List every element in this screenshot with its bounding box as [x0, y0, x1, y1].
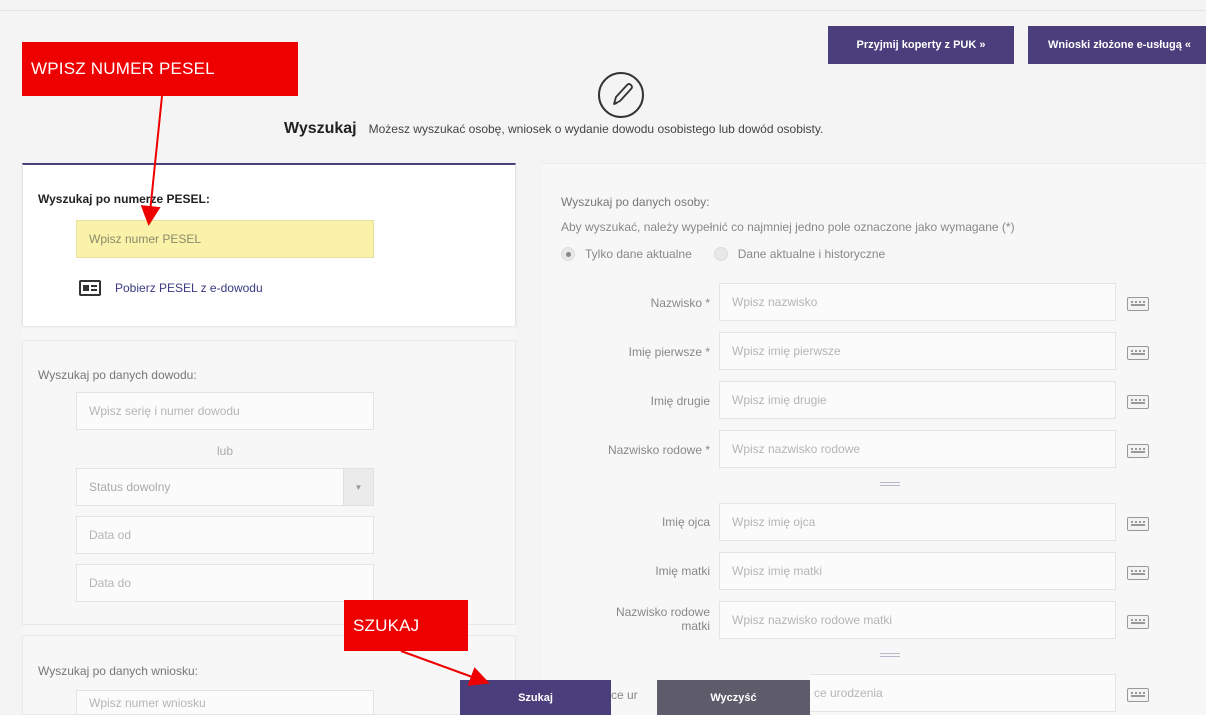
mother-family-name-input[interactable] [719, 601, 1116, 639]
keyboard-icon[interactable] [1127, 297, 1149, 311]
keyboard-icon[interactable] [1127, 395, 1149, 409]
accept-puk-envelopes-button[interactable]: Przyjmij koperty z PUK » [828, 26, 1014, 64]
date-from-input[interactable] [76, 516, 374, 554]
radio-current-button[interactable] [561, 247, 575, 261]
data-scope-radio-group: Tylko dane aktualne Dane aktualne i hist… [561, 247, 907, 261]
family-name-input[interactable] [719, 430, 1116, 468]
mother-name-input[interactable] [719, 552, 1116, 590]
mother-name-label: Imię matki [655, 564, 710, 578]
fetch-pesel-edowod-label: Pobierz PESEL z e-dowodu [115, 281, 263, 295]
id-status-select[interactable]: Status dowolny [76, 468, 344, 506]
family-name-label: Nazwisko rodowe * [607, 443, 710, 457]
chevron-down-icon[interactable]: ▼ [343, 468, 374, 506]
clear-button[interactable]: Wyczyść [657, 680, 810, 715]
person-section-hint: Aby wyszukać, należy wypełnić co najmnie… [561, 220, 1015, 234]
surname-label: Nazwisko * [650, 296, 710, 310]
page-title: Wyszukaj [284, 120, 357, 137]
pesel-input[interactable] [76, 220, 374, 258]
keyboard-icon[interactable] [1127, 346, 1149, 360]
radio-current-only[interactable]: Tylko dane aktualne [561, 247, 692, 261]
or-separator-text: lub [216, 444, 233, 458]
annotation-enter-pesel: WPISZ NUMER PESEL [22, 42, 298, 96]
person-section-title: Wyszukaj po danych osoby: [561, 195, 710, 209]
application-number-input[interactable] [76, 690, 374, 715]
search-button[interactable]: Szukaj [460, 680, 611, 715]
first-name-label: Imię pierwsze * [628, 345, 710, 359]
annotation-search: SZUKAJ [344, 600, 468, 651]
section-divider [880, 482, 900, 486]
keyboard-icon[interactable] [1127, 517, 1149, 531]
application-section-label: Wyszukaj po danych wniosku: [38, 664, 198, 678]
page-header: Wyszukaj Możesz wyszukać osobę, wniosek … [284, 120, 823, 144]
second-name-label: Imię drugie [650, 394, 710, 408]
fetch-pesel-edowod-link[interactable]: Pobierz PESEL z e-dowodu [79, 280, 263, 296]
keyboard-icon[interactable] [1127, 566, 1149, 580]
surname-input[interactable] [719, 283, 1116, 321]
radio-current-label: Tylko dane aktualne [585, 247, 692, 261]
id-card-icon [79, 280, 101, 296]
eservice-applications-button[interactable]: Wnioski złożone e-usługą « [1028, 26, 1206, 64]
father-name-label: Imię ojca [661, 515, 710, 529]
keyboard-icon[interactable] [1127, 615, 1149, 629]
radio-history-button[interactable] [713, 247, 728, 261]
id-card-section-label: Wyszukaj po danych dowodu: [38, 368, 197, 382]
id-series-number-input[interactable] [76, 392, 374, 430]
radio-with-history[interactable]: Dane aktualne i historyczne [713, 247, 886, 261]
father-name-input[interactable] [719, 503, 1116, 541]
top-divider [0, 10, 1206, 11]
birthplace-input[interactable] [810, 674, 1116, 712]
pen-icon [598, 72, 644, 118]
mother-family-name-label: Nazwisko rodowe matki [615, 605, 710, 633]
date-to-input[interactable] [76, 564, 374, 602]
second-name-input[interactable] [719, 381, 1116, 419]
keyboard-icon[interactable] [1127, 444, 1149, 458]
page-description: Możesz wyszukać osobę, wniosek o wydanie… [368, 122, 824, 136]
keyboard-icon[interactable] [1127, 688, 1149, 702]
birthplace-label-partial: ce ur [611, 688, 638, 702]
pesel-section-label: Wyszukaj po numerze PESEL: [38, 192, 210, 206]
radio-history-label: Dane aktualne i historyczne [737, 247, 886, 261]
first-name-input[interactable] [719, 332, 1116, 370]
section-divider [880, 653, 900, 657]
